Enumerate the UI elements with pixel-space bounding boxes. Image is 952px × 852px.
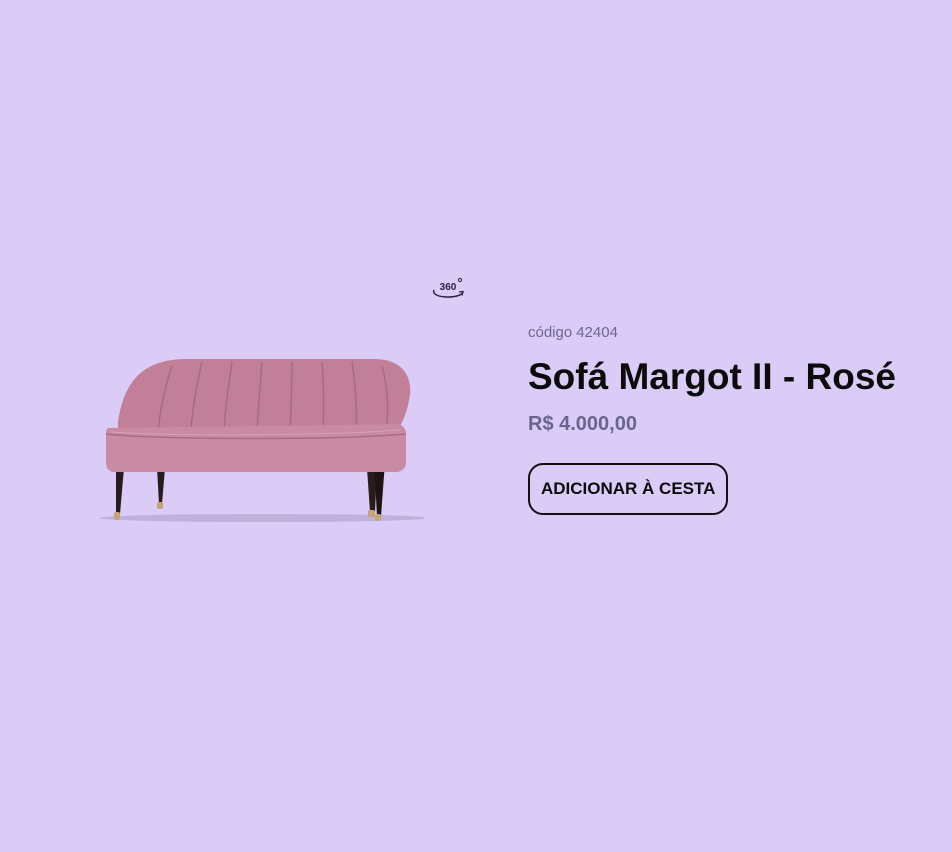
product-price: R$ 4.000,00 bbox=[528, 413, 637, 435]
product-code-label: código bbox=[528, 324, 573, 341]
product-code-value: 42404 bbox=[576, 324, 618, 341]
product-title: Sofá Margot II - Rosé bbox=[528, 356, 896, 397]
add-to-cart-button[interactable]: ADICIONAR À CESTA bbox=[528, 463, 729, 515]
360-view-icon-label: 360 bbox=[440, 282, 457, 293]
product-info: código 42404 Sofá Margot II - Rosé R$ 4.0… bbox=[528, 324, 948, 515]
product-page: 360 código 42404 Sofá Margot II - Rosé R… bbox=[0, 0, 952, 852]
360-view-icon[interactable]: 360 bbox=[430, 276, 466, 302]
product-image bbox=[84, 350, 424, 535]
product-code: código 42404 bbox=[528, 324, 948, 342]
